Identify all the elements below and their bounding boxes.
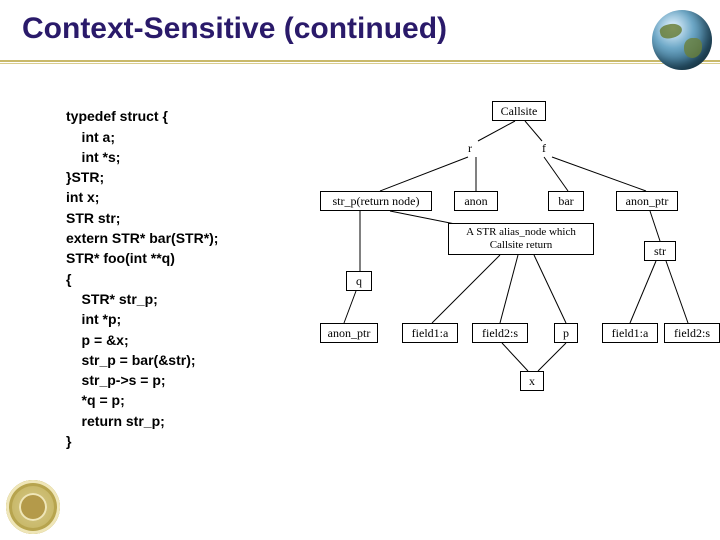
node-str-alias-note: A STR alias_node which Callsite return <box>448 223 594 255</box>
node-q: q <box>346 271 372 291</box>
node-str: str <box>644 241 676 261</box>
university-seal-icon <box>6 480 60 534</box>
globe-icon <box>652 10 712 70</box>
node-bar: bar <box>548 191 584 211</box>
edge-label-f: f <box>542 141 546 156</box>
code-block: typedef struct { int a; int *s; }STR; in… <box>66 86 218 451</box>
node-anon-ptr-left: anon_ptr <box>320 323 378 343</box>
node-anon: anon <box>454 191 498 211</box>
node-callsite: Callsite <box>492 101 546 121</box>
node-field2s-left: field2:s <box>472 323 528 343</box>
node-field1a-left: field1:a <box>402 323 458 343</box>
node-field2s-right: field2:s <box>664 323 720 343</box>
slide: Context-Sensitive (continued) typedef st… <box>0 0 720 540</box>
title-rule <box>0 60 720 62</box>
node-strp-return: str_p(return node) <box>320 191 432 211</box>
title-rule-thin <box>0 63 720 64</box>
node-field1a-right: field1:a <box>602 323 658 343</box>
slide-title: Context-Sensitive (continued) <box>22 12 447 46</box>
node-p: p <box>554 323 578 343</box>
edge-label-r: r <box>468 141 472 156</box>
pointer-diagram: Callsite r f str_p(return node) anon bar… <box>320 95 710 385</box>
node-anon-ptr-top: anon_ptr <box>616 191 678 211</box>
node-x: x <box>520 371 544 391</box>
